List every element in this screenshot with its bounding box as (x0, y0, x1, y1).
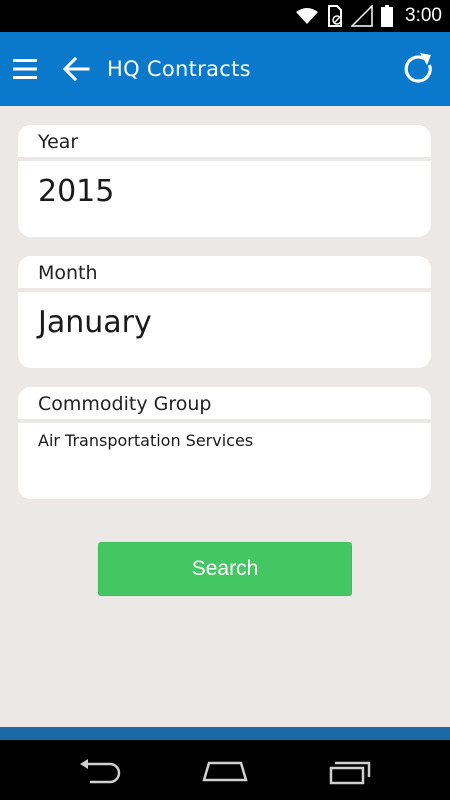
system-nav-bar (0, 740, 450, 800)
refresh-icon[interactable] (400, 51, 436, 87)
status-time: 3:00 (405, 5, 442, 26)
commodity-group-label: Commodity Group (18, 387, 431, 423)
page-title: HQ Contracts (107, 57, 251, 81)
back-arrow-icon[interactable] (62, 56, 90, 82)
month-label: Month (18, 256, 431, 292)
sim-blocked-icon (328, 5, 343, 27)
menu-icon[interactable] (13, 57, 37, 81)
month-value[interactable]: January (18, 292, 431, 340)
year-value[interactable]: 2015 (18, 161, 431, 209)
month-field[interactable]: Month January (18, 256, 431, 368)
nav-recents-icon[interactable] (329, 757, 373, 785)
search-button[interactable]: Search (98, 542, 352, 596)
status-bar: 3:00 (0, 0, 450, 32)
commodity-group-field[interactable]: Commodity Group Air Transportation Servi… (18, 387, 431, 499)
status-icons: 3:00 (295, 0, 442, 32)
app-bar: HQ Contracts (0, 32, 450, 106)
wifi-icon (296, 8, 319, 24)
battery-icon (381, 5, 394, 27)
year-label: Year (18, 125, 431, 161)
commodity-group-value[interactable]: Air Transportation Services (18, 423, 431, 450)
nav-home-icon[interactable] (201, 758, 249, 782)
nav-back-icon[interactable] (78, 758, 122, 784)
bottom-accent-bar (0, 727, 450, 740)
year-field[interactable]: Year 2015 (18, 125, 431, 237)
signal-icon (351, 5, 373, 27)
